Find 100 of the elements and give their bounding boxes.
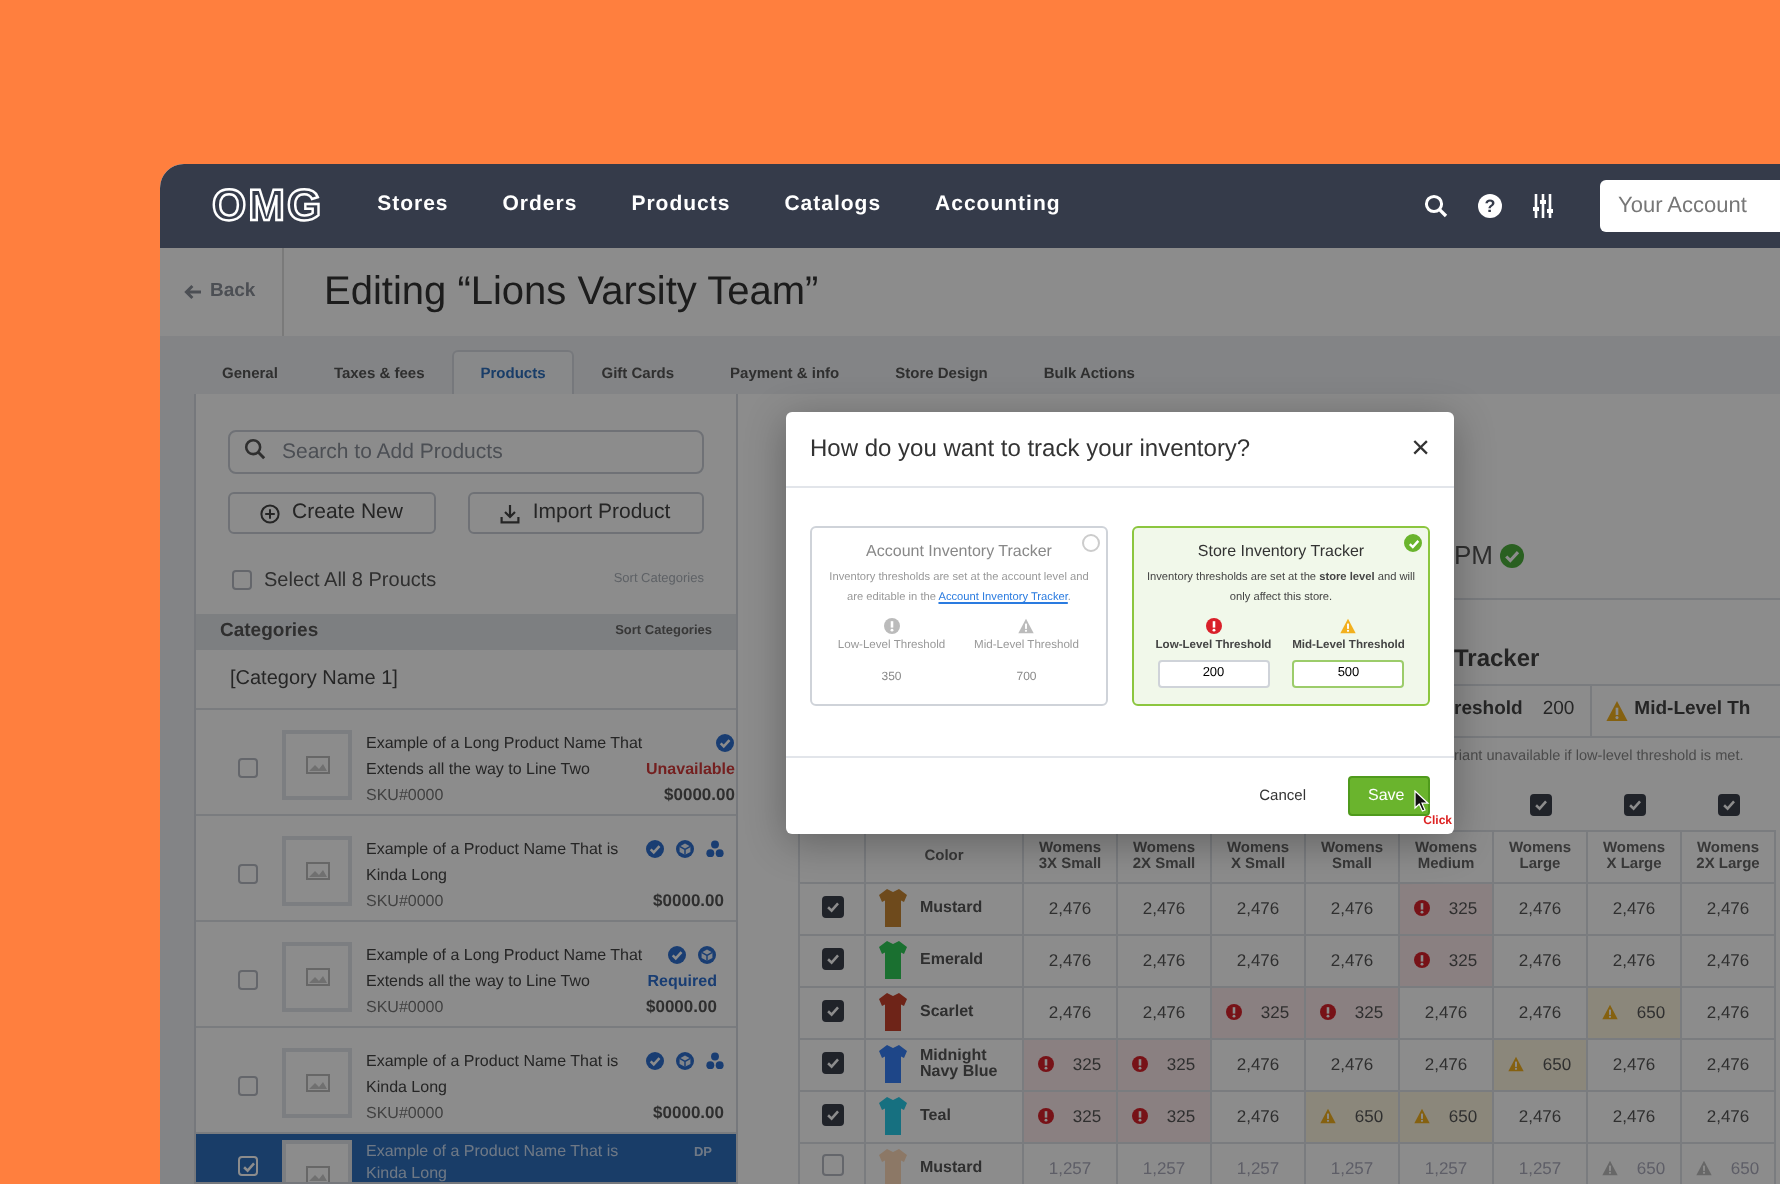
image-icon [305, 968, 329, 986]
row-checkbox[interactable] [821, 895, 843, 918]
logo[interactable]: OMG [212, 184, 324, 228]
stock-count: 2,476 [1236, 895, 1280, 921]
row-checkbox[interactable] [238, 1076, 258, 1096]
stock-count: 650 [1636, 999, 1666, 1025]
stock-count: 2,476 [1518, 999, 1562, 1025]
color-name: Scarlet [920, 1003, 974, 1021]
stock-count: 2,476 [1142, 947, 1186, 973]
radio-indicator[interactable] [1082, 534, 1100, 552]
stock-count: 2,476 [1518, 895, 1562, 921]
alert-icon [1205, 618, 1222, 634]
product-name: Example of a Product Name That is Kinda Long [366, 1140, 621, 1182]
warning-icon [1602, 1004, 1619, 1020]
stock-count: 2,476 [1612, 895, 1656, 921]
warning-icon [1414, 1108, 1431, 1124]
check-circle-icon [668, 946, 687, 964]
row-checkbox[interactable] [238, 970, 258, 990]
nav-link[interactable]: Stores [377, 190, 449, 222]
threshold-label: Mid-Level Th [1634, 696, 1751, 725]
stock-count: 325 [1260, 999, 1290, 1025]
alert-icon [1038, 1056, 1055, 1072]
shirt-icon [878, 888, 908, 928]
alert-icon [1038, 1108, 1055, 1124]
product-row[interactable]: Example of a Long Product Name That Extends all the way to Line Two SKU#0000 Required $0000.00 [196, 922, 736, 1028]
column-checkbox[interactable] [1623, 794, 1645, 817]
image-icon [305, 756, 329, 774]
stock-count: 325 [1354, 999, 1384, 1025]
stock-count: 2,476 [1706, 947, 1750, 973]
nav-link[interactable]: Orders [502, 190, 578, 222]
color-name: Mustard [920, 899, 983, 917]
product-row[interactable]: Example of a Long Product Name That Extends all the way to Line Two SKU#0000 Unavailable $0000.00 [196, 710, 736, 816]
stock-count: 2,476 [1424, 1051, 1468, 1077]
color-name: Teal [920, 1107, 951, 1125]
plus-circle-icon [260, 503, 281, 523]
option-title: Store Inventory Tracker [1195, 540, 1367, 564]
sliders-icon[interactable] [1532, 194, 1554, 218]
product-price: $0000.00 [653, 888, 724, 914]
warning-icon [1606, 700, 1629, 722]
create-new-button[interactable]: Create New [228, 492, 436, 534]
account-field[interactable]: Your Account [1600, 180, 1780, 232]
stock-count: 650 [1448, 1103, 1478, 1129]
threshold-label: reshold [1454, 696, 1523, 725]
download-icon [500, 503, 521, 523]
product-row[interactable]: Example of a Product Name That is Kinda Long SKU#0000 $0000.00 [196, 816, 736, 922]
stock-count: 2,476 [1706, 1051, 1750, 1077]
warning-icon [1696, 1160, 1713, 1176]
image-icon [305, 1074, 329, 1092]
shirt-icon [878, 1096, 908, 1136]
dots-icon [706, 1052, 724, 1070]
column-checkbox[interactable] [1529, 794, 1551, 817]
image-icon [305, 862, 329, 880]
alert-icon [1132, 1056, 1149, 1072]
row-checkbox[interactable] [238, 758, 258, 778]
cube-icon [676, 840, 694, 858]
stock-count: 2,476 [1236, 947, 1280, 973]
color-name: Emerald [920, 951, 984, 969]
shirt-icon [878, 940, 908, 980]
row-checkbox[interactable] [821, 1051, 843, 1074]
saved-time: PM [1454, 538, 1493, 575]
product-name: Example of a Long Product Name That Extends all the way to Line Two [366, 944, 645, 994]
stock-count: 2,476 [1236, 1051, 1280, 1077]
save-button[interactable]: Save [1348, 775, 1430, 815]
row-checkbox[interactable] [821, 1103, 843, 1126]
check-circle-icon [1499, 544, 1523, 568]
column-checkbox[interactable] [1717, 794, 1739, 817]
color-name: Midnight Navy Blue [920, 1047, 998, 1081]
dialog-title: How do you want to track your inventory? [810, 434, 1251, 464]
cube-icon [698, 946, 717, 964]
search-icon [244, 437, 266, 459]
nav-link[interactable]: Catalogs [784, 190, 882, 222]
radio-indicator[interactable] [1404, 534, 1422, 552]
cursor-icon [1414, 790, 1430, 812]
import-product-button[interactable]: Import Product [467, 492, 704, 534]
search-field[interactable]: Search to Add Products [228, 430, 704, 474]
alert-icon [1414, 900, 1431, 916]
row-checkbox[interactable] [821, 999, 843, 1022]
stock-count: 2,476 [1518, 947, 1562, 973]
back-link[interactable]: Back [210, 277, 256, 307]
stock-count: 2,476 [1048, 947, 1092, 973]
search-icon[interactable] [1424, 194, 1448, 218]
close-button[interactable]: × [1411, 433, 1430, 465]
stock-count: 2,476 [1142, 895, 1186, 921]
stock-count: 2,476 [1706, 895, 1750, 921]
warning-icon [1340, 618, 1357, 634]
section-heading: Tracker [1454, 642, 1542, 674]
nav-link[interactable]: Accounting [935, 190, 1061, 222]
dots-icon [706, 840, 724, 858]
stock-count: 2,476 [1706, 1103, 1750, 1129]
stock-count: 2,476 [1330, 895, 1374, 921]
select-all-checkbox[interactable] [232, 570, 252, 590]
nav-link[interactable]: Products [631, 190, 731, 222]
stock-count: 2,476 [1330, 1051, 1374, 1077]
help-icon[interactable]: ? [1478, 194, 1502, 218]
shirt-icon [878, 992, 908, 1032]
row-checkbox[interactable] [821, 1153, 843, 1176]
row-checkbox[interactable] [238, 864, 258, 884]
row-checkbox[interactable] [821, 947, 843, 970]
stock-count: 2,476 [1612, 947, 1656, 973]
product-price: $0000.00 [646, 994, 717, 1020]
